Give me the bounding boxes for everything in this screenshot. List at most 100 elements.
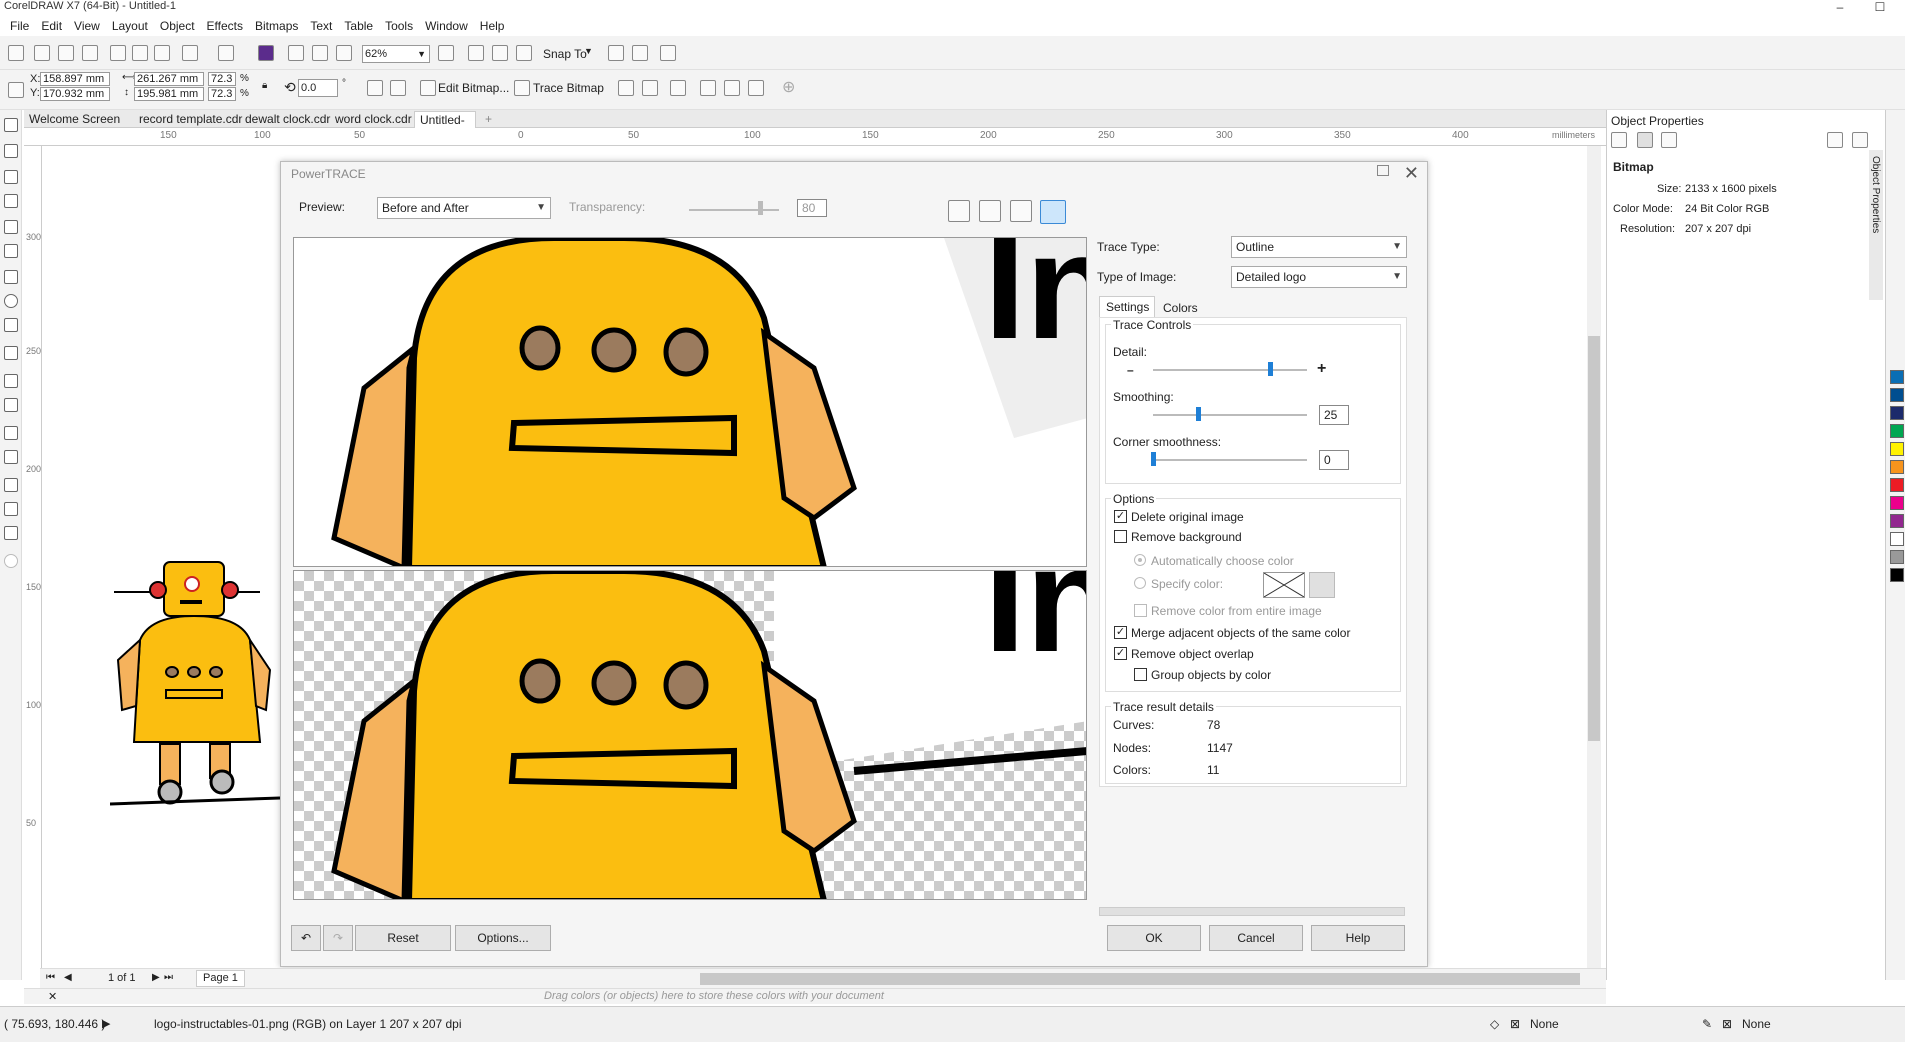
- vertical-ruler[interactable]: 300 250 200 150 100 50: [24, 146, 42, 968]
- maximize-icon[interactable]: ☐: [1860, 0, 1900, 14]
- pan-icon[interactable]: [1040, 200, 1066, 224]
- page-last-icon[interactable]: ⏭: [164, 972, 173, 983]
- maximize-icon[interactable]: [1377, 165, 1389, 176]
- preview-before-pane[interactable]: In: [293, 237, 1087, 567]
- crop-tool-icon[interactable]: [4, 170, 18, 184]
- resample-icon[interactable]: [642, 80, 658, 96]
- tab-colors[interactable]: Colors: [1157, 298, 1204, 318]
- menu-view[interactable]: View: [68, 19, 106, 33]
- polygon-tool-icon[interactable]: [4, 318, 18, 332]
- page-first-icon[interactable]: ⏮: [46, 972, 55, 983]
- open-icon[interactable]: [34, 45, 50, 61]
- add-icon[interactable]: ⊕: [782, 77, 795, 97]
- color-swatch[interactable]: [1890, 496, 1904, 510]
- cancel-button[interactable]: Cancel: [1209, 925, 1303, 951]
- scale-width-input[interactable]: 72.3: [208, 72, 236, 86]
- display-mode-icon[interactable]: [660, 45, 676, 61]
- zoom-out-icon[interactable]: [979, 200, 1001, 222]
- mirror-vertical-icon[interactable]: [390, 80, 406, 96]
- export-icon[interactable]: [312, 45, 328, 61]
- remove-background-checkbox[interactable]: [1114, 530, 1127, 543]
- fill-icon[interactable]: ◇: [1490, 1017, 1499, 1031]
- options-button[interactable]: Options...: [455, 925, 551, 951]
- menu-file[interactable]: File: [4, 19, 35, 33]
- corner-smoothness-thumb[interactable]: [1151, 452, 1156, 466]
- scale-height-input[interactable]: 72.3: [208, 87, 236, 101]
- trace-bitmap-icon[interactable]: [514, 80, 530, 96]
- edit-bitmap-icon[interactable]: [420, 80, 436, 96]
- delete-original-checkbox[interactable]: ✓: [1114, 510, 1127, 523]
- merge-adjacent-checkbox[interactable]: ✓: [1114, 626, 1127, 639]
- eyedropper-tool-icon[interactable]: [4, 478, 18, 492]
- menu-layout[interactable]: Layout: [106, 19, 154, 33]
- menu-window[interactable]: Window: [419, 19, 474, 33]
- transparency-tool-icon[interactable]: [4, 450, 18, 464]
- preview-after-pane[interactable]: In: [293, 570, 1087, 900]
- print-icon[interactable]: [82, 45, 98, 61]
- smoothing-input[interactable]: 25: [1319, 405, 1349, 425]
- menu-object[interactable]: Object: [154, 19, 201, 33]
- wrap-text-icon[interactable]: [700, 80, 716, 96]
- menu-edit[interactable]: Edit: [35, 19, 68, 33]
- tab-untitled-1[interactable]: Untitled-1: [414, 111, 476, 143]
- publish-pdf-icon[interactable]: [336, 45, 352, 61]
- new-icon[interactable]: [8, 45, 24, 61]
- corner-smoothness-slider[interactable]: [1153, 459, 1307, 461]
- ellipse-tool-icon[interactable]: [4, 294, 18, 308]
- trace-bitmap-button[interactable]: Trace Bitmap: [533, 81, 604, 95]
- undo-icon[interactable]: ↶: [291, 925, 321, 951]
- parallel-dimension-icon[interactable]: [4, 374, 18, 388]
- robot-bitmap[interactable]: [109, 560, 290, 810]
- grid-icon[interactable]: [492, 45, 508, 61]
- guidelines-icon[interactable]: [516, 45, 532, 61]
- outline-tab-icon[interactable]: [1611, 132, 1627, 148]
- menu-text[interactable]: Text: [304, 19, 338, 33]
- color-swatch[interactable]: [1890, 424, 1904, 438]
- close-icon[interactable]: ✕: [1404, 163, 1419, 184]
- corel-connect-icon[interactable]: [258, 45, 274, 61]
- color-swatch[interactable]: [1890, 442, 1904, 456]
- tab-dewalt-clock[interactable]: dewalt clock.cdr: [240, 111, 335, 128]
- vertical-scrollbar[interactable]: [1587, 146, 1601, 968]
- smoothing-slider-thumb[interactable]: [1196, 407, 1201, 421]
- menu-effects[interactable]: Effects: [201, 19, 249, 33]
- color-swatch[interactable]: [1890, 460, 1904, 474]
- to-front-icon[interactable]: [724, 80, 740, 96]
- image-type-select[interactable]: Detailed logo ▼: [1231, 266, 1407, 288]
- tab-word-clock[interactable]: word clock.cdr: [330, 111, 417, 128]
- transparency-tab-icon[interactable]: [1637, 132, 1653, 148]
- rulers-icon[interactable]: [468, 45, 484, 61]
- minus-icon[interactable]: –: [1127, 363, 1134, 377]
- add-tool-icon[interactable]: [4, 554, 18, 568]
- color-swatch[interactable]: [1890, 406, 1904, 420]
- pick-tool-icon[interactable]: [4, 118, 18, 132]
- color-swatch[interactable]: [1890, 388, 1904, 402]
- page-next-icon[interactable]: ▶: [152, 972, 160, 983]
- snap-to-dropdown[interactable]: Snap To: [543, 47, 587, 61]
- undo-icon[interactable]: [182, 45, 198, 61]
- menu-bitmaps[interactable]: Bitmaps: [249, 19, 304, 33]
- remove-overlap-checkbox[interactable]: ✓: [1114, 647, 1127, 660]
- tab-settings[interactable]: Settings: [1099, 296, 1155, 318]
- app-launcher-icon[interactable]: [632, 45, 648, 61]
- docker-side-tab[interactable]: Object Properties: [1869, 150, 1883, 300]
- crop-bitmap-icon[interactable]: [618, 80, 634, 96]
- shape-tool-icon[interactable]: [4, 144, 18, 158]
- y-position-input[interactable]: 170.932 mm: [40, 87, 110, 101]
- width-input[interactable]: 261.267 mm: [134, 72, 204, 86]
- fit-icon[interactable]: [1010, 200, 1032, 222]
- freehand-tool-icon[interactable]: [4, 220, 18, 234]
- artistic-media-icon[interactable]: [4, 244, 18, 258]
- drop-shadow-icon[interactable]: [4, 426, 18, 440]
- rotation-input[interactable]: 0.0: [298, 79, 338, 97]
- smoothing-slider[interactable]: [1153, 414, 1307, 416]
- preview-select[interactable]: Before and After ▼: [377, 197, 551, 219]
- options-icon[interactable]: [608, 45, 624, 61]
- scroll-thumb[interactable]: [1588, 336, 1600, 741]
- text-tool-icon[interactable]: [4, 346, 18, 360]
- interactive-fill-icon[interactable]: [4, 502, 18, 516]
- frame-options-icon[interactable]: [1827, 132, 1843, 148]
- outline-icon[interactable]: ✎: [1702, 1017, 1712, 1031]
- mirror-horizontal-icon[interactable]: [367, 80, 383, 96]
- ok-button[interactable]: OK: [1107, 925, 1201, 951]
